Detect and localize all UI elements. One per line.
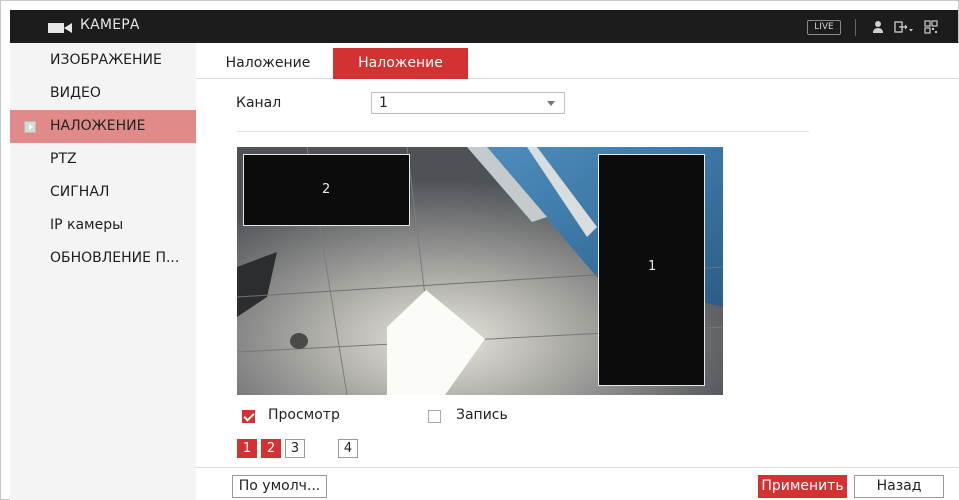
qr-code-icon[interactable] (924, 20, 938, 34)
main-content: Наложение Наложение Канал 1 2 1 Просмотр… (196, 43, 959, 500)
privacy-mask-2[interactable]: 2 (243, 154, 410, 226)
apply-button[interactable]: Применить (758, 475, 847, 498)
privacy-mask-1[interactable]: 1 (598, 154, 705, 386)
sidebar-item-video[interactable]: ВИДЕО (10, 77, 196, 110)
region-1-button[interactable]: 1 (237, 439, 257, 458)
top-bar: КАМЕРА LIVE (10, 10, 958, 43)
chevron-right-icon (24, 121, 36, 133)
sidebar-item-update[interactable]: ОБНОВЛЕНИЕ П... (10, 242, 196, 275)
channel-select-value: 1 (379, 95, 388, 111)
tab-bar: Наложение Наложение (196, 43, 959, 79)
record-checkbox-label: Запись (456, 407, 508, 423)
sidebar-item-signal[interactable]: СИГНАЛ (10, 176, 196, 209)
sidebar-item-ip-cameras[interactable]: IP камеры (10, 209, 196, 242)
toolbar-divider (855, 19, 856, 36)
video-preview[interactable]: 2 1 (237, 147, 723, 395)
region-2-button[interactable]: 2 (261, 439, 281, 458)
record-checkbox[interactable] (428, 410, 441, 423)
logout-icon[interactable] (894, 20, 914, 34)
channel-select[interactable]: 1 (371, 92, 565, 114)
mask-label: 1 (648, 259, 657, 274)
sidebar-item-overlay[interactable]: НАЛОЖЕНИЕ (10, 110, 196, 143)
back-button[interactable]: Назад (854, 475, 944, 498)
live-button[interactable]: LIVE (807, 20, 841, 35)
preview-checkbox[interactable] (242, 410, 255, 423)
region-4-button[interactable]: 4 (338, 439, 358, 458)
page-title: КАМЕРА (80, 17, 140, 33)
camera-icon (48, 23, 72, 33)
sidebar: ИЗОБРАЖЕНИЕ ВИДЕО НАЛОЖЕНИЕ PTZ СИГНАЛ I… (10, 43, 196, 500)
chevron-down-icon (547, 101, 555, 106)
preview-checkbox-label: Просмотр (268, 407, 340, 423)
footer-bar: По умолч... Применить Назад (196, 467, 959, 500)
divider (236, 131, 809, 132)
mask-label: 2 (322, 182, 331, 197)
channel-label: Канал (236, 95, 282, 111)
region-3-button[interactable]: 3 (285, 439, 305, 458)
tab-overlay-active[interactable]: Наложение (333, 48, 468, 79)
tab-overlay[interactable]: Наложение (208, 48, 328, 79)
default-button[interactable]: По умолч... (232, 475, 327, 498)
sidebar-item-image[interactable]: ИЗОБРАЖЕНИЕ (10, 44, 196, 77)
sidebar-item-ptz[interactable]: PTZ (10, 143, 196, 176)
user-icon[interactable] (872, 20, 884, 34)
